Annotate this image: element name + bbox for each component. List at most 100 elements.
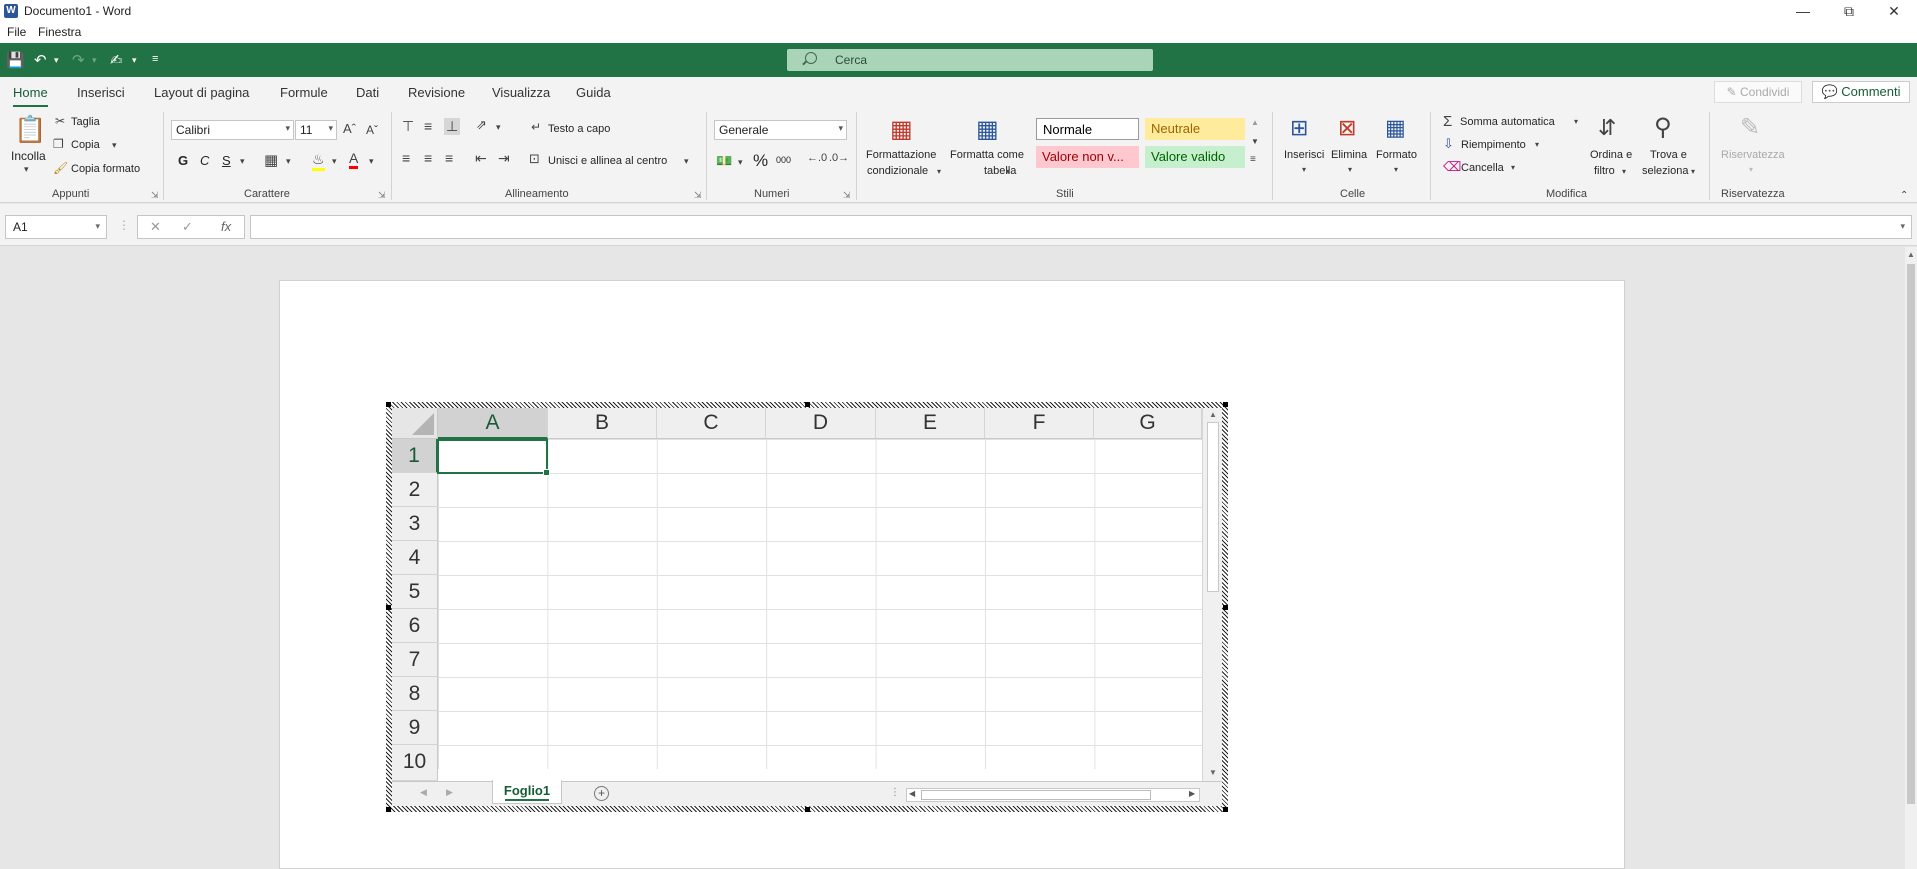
sensitivity-button[interactable]: Riservatezza bbox=[1721, 149, 1785, 161]
formula-input[interactable]: ▾ bbox=[250, 215, 1912, 239]
format-painter-button[interactable]: Copia formato bbox=[71, 163, 140, 175]
style-bad[interactable]: Valore non v... bbox=[1036, 146, 1139, 168]
thousands-button[interactable]: 000 bbox=[776, 155, 791, 165]
sensitivity-icon[interactable]: ✎ bbox=[1740, 113, 1760, 142]
underline-dropdown-icon[interactable]: ▾ bbox=[240, 156, 245, 167]
add-sheet-button[interactable]: + bbox=[594, 786, 609, 801]
scroll-up-icon[interactable]: ▲ bbox=[1907, 250, 1915, 259]
bold-button[interactable]: G bbox=[178, 153, 188, 168]
align-bottom-icon[interactable]: ⊥ bbox=[444, 118, 461, 135]
fill-dropdown-icon[interactable]: ▾ bbox=[1535, 140, 1539, 149]
save-icon[interactable]: 💾 bbox=[6, 51, 25, 69]
autosum-dropdown-icon[interactable]: ▾ bbox=[1574, 117, 1578, 126]
column-header-d[interactable]: D bbox=[766, 408, 876, 439]
column-header-c[interactable]: C bbox=[657, 408, 766, 439]
row-header-8[interactable]: 8 bbox=[392, 677, 438, 711]
tab-splitter-icon[interactable]: ⋮ bbox=[890, 787, 900, 798]
find-select-label-1[interactable]: Trova e bbox=[1650, 149, 1687, 161]
confirm-entry-button[interactable]: ✓ bbox=[182, 219, 193, 235]
tab-home[interactable]: Home bbox=[13, 85, 48, 108]
find-select-icon[interactable]: ⚲ bbox=[1654, 113, 1672, 142]
redo-icon[interactable]: ↷ bbox=[72, 51, 85, 69]
scrollbar-thumb[interactable] bbox=[921, 790, 1151, 800]
align-top-icon[interactable]: ⊤ bbox=[402, 118, 414, 135]
copy-icon[interactable]: ❐ bbox=[53, 137, 64, 151]
format-cells-button[interactable]: Formato bbox=[1376, 149, 1417, 161]
column-header-b[interactable]: B bbox=[548, 408, 657, 439]
find-dropdown-icon[interactable]: ▾ bbox=[1691, 167, 1695, 176]
currency-dropdown-icon[interactable]: ▾ bbox=[738, 157, 743, 168]
resize-handle[interactable] bbox=[386, 402, 391, 407]
active-cell-a1[interactable] bbox=[437, 439, 550, 476]
scroll-left-icon[interactable]: ◀ bbox=[909, 789, 915, 798]
column-header-g[interactable]: G bbox=[1094, 408, 1202, 439]
align-left-icon[interactable]: ≡ bbox=[402, 150, 410, 166]
collapse-ribbon-icon[interactable]: ⌃ bbox=[1900, 190, 1908, 201]
number-format-select[interactable]: Generale ▾ bbox=[714, 120, 847, 140]
copy-dropdown-icon[interactable]: ▾ bbox=[112, 140, 117, 151]
clear-icon[interactable]: ⌫ bbox=[1443, 159, 1461, 175]
tab-data[interactable]: Dati bbox=[356, 85, 379, 100]
wrap-text-button[interactable]: Testo a capo bbox=[548, 123, 610, 135]
sheet-vertical-scrollbar[interactable]: ▲ ▼ bbox=[1202, 408, 1222, 781]
format-dropdown-icon[interactable]: ▾ bbox=[1394, 165, 1398, 174]
numeri-launcher-icon[interactable]: ⇲ bbox=[843, 190, 851, 201]
tab-formulas[interactable]: Formule bbox=[280, 85, 328, 100]
sort-filter-label-2[interactable]: filtro bbox=[1594, 165, 1615, 177]
styles-scroll-down-icon[interactable]: ▼ bbox=[1251, 137, 1259, 146]
cell-grid[interactable] bbox=[438, 439, 1202, 769]
cut-button[interactable]: Taglia bbox=[71, 116, 100, 128]
touch-mode-icon[interactable]: ✍ bbox=[110, 51, 123, 69]
currency-icon[interactable]: 💵 bbox=[716, 153, 732, 169]
style-normal[interactable]: Normale bbox=[1036, 118, 1139, 140]
font-size-select[interactable]: 11 ▾ bbox=[295, 120, 337, 140]
tab-help[interactable]: Guida bbox=[576, 85, 611, 100]
resize-handle[interactable] bbox=[805, 807, 810, 812]
column-header-f[interactable]: F bbox=[985, 408, 1094, 439]
align-middle-icon[interactable]: ≡ bbox=[424, 118, 432, 134]
conditional-dropdown-icon[interactable]: ▾ bbox=[937, 167, 941, 176]
paste-button[interactable]: Incolla bbox=[11, 149, 46, 163]
increase-indent-icon[interactable]: ⇥ bbox=[498, 150, 510, 167]
tab-page-layout[interactable]: Layout di pagina bbox=[154, 85, 249, 100]
row-header-4[interactable]: 4 bbox=[392, 541, 438, 575]
redo-dropdown-icon[interactable]: ▾ bbox=[92, 55, 97, 66]
clear-dropdown-icon[interactable]: ▾ bbox=[1511, 163, 1515, 172]
scrollbar-thumb[interactable] bbox=[1207, 422, 1219, 592]
merge-center-icon[interactable]: ⊡ bbox=[529, 151, 540, 167]
fill-icon[interactable]: ⇩ bbox=[1443, 136, 1454, 152]
decrease-decimal-icon[interactable]: .0→ bbox=[829, 152, 849, 164]
row-header-5[interactable]: 5 bbox=[392, 575, 438, 609]
sort-filter-label-1[interactable]: Ordina e bbox=[1590, 149, 1632, 161]
document-vertical-scrollbar[interactable]: ▲ bbox=[1905, 247, 1917, 869]
conditional-formatting-label-2[interactable]: condizionale bbox=[867, 165, 928, 177]
resize-handle[interactable] bbox=[386, 605, 391, 610]
row-header-2[interactable]: 2 bbox=[392, 473, 438, 507]
align-right-icon[interactable]: ≡ bbox=[445, 150, 453, 166]
undo-icon[interactable]: ↶ bbox=[34, 51, 47, 69]
scroll-right-icon[interactable]: ▶ bbox=[1189, 789, 1195, 798]
clear-button[interactable]: Cancella bbox=[1461, 162, 1504, 174]
fill-color-icon[interactable]: ♨ bbox=[312, 151, 325, 171]
autosum-button[interactable]: Somma automatica bbox=[1460, 116, 1555, 128]
paste-icon[interactable]: 📋 bbox=[14, 114, 46, 145]
increase-decimal-icon[interactable]: ←.0 bbox=[807, 152, 827, 164]
share-button[interactable]: ✎ Condividi bbox=[1714, 81, 1802, 103]
align-center-icon[interactable]: ≡ bbox=[424, 150, 432, 166]
resize-handle[interactable] bbox=[805, 402, 810, 407]
shrink-font-icon[interactable]: Aˇ bbox=[366, 123, 378, 137]
expand-formula-bar-icon[interactable]: ▾ bbox=[1900, 221, 1905, 232]
insert-cells-button[interactable]: Inserisci bbox=[1284, 149, 1324, 161]
font-color-dropdown-icon[interactable]: ▾ bbox=[369, 156, 374, 167]
format-as-table-label-1[interactable]: Formatta come bbox=[950, 149, 1024, 161]
sort-dropdown-icon[interactable]: ▾ bbox=[1622, 167, 1626, 176]
tab-insert[interactable]: Inserisci bbox=[77, 85, 125, 100]
styles-scroll-up-icon[interactable]: ▲ bbox=[1251, 118, 1259, 127]
row-header-10[interactable]: 10 bbox=[392, 745, 438, 781]
previous-sheet-icon[interactable]: ◀ bbox=[420, 787, 427, 798]
close-button[interactable]: ✕ bbox=[1871, 0, 1917, 22]
format-as-table-icon[interactable]: ▦ bbox=[976, 115, 999, 144]
conditional-formatting-label-1[interactable]: Formattazione bbox=[866, 149, 936, 161]
column-header-e[interactable]: E bbox=[876, 408, 985, 439]
row-header-9[interactable]: 9 bbox=[392, 711, 438, 745]
